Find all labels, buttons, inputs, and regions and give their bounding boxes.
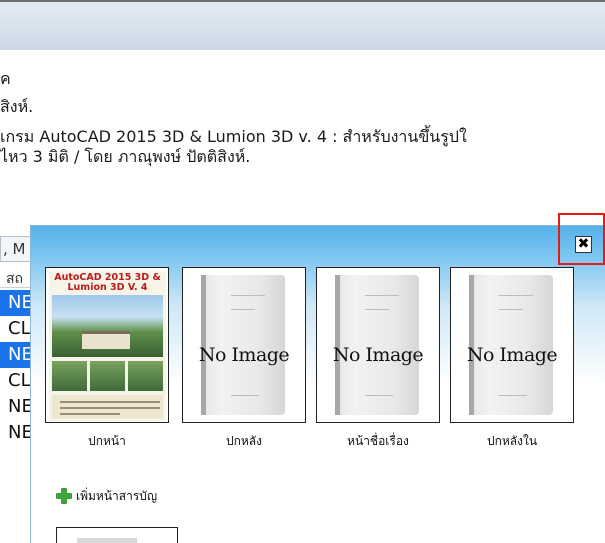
book-line xyxy=(231,309,255,310)
no-image-text: No Image xyxy=(198,344,290,366)
back-cover-thumbnail[interactable]: No Image xyxy=(182,267,306,423)
record-text-line-1: ค xyxy=(0,69,11,88)
book-line xyxy=(231,295,265,296)
record-text-line-2: สิงห์. xyxy=(0,97,34,116)
inside-back-cover-thumbnail[interactable]: No Image xyxy=(450,267,574,423)
cover-photo-small xyxy=(52,361,87,391)
toc-placeholder xyxy=(77,538,137,543)
cover-footer-line xyxy=(60,401,160,403)
close-button[interactable]: ✖ xyxy=(575,236,592,253)
cover-photo-small xyxy=(128,361,163,391)
cover-footer-line xyxy=(60,407,160,409)
cover-photo-small xyxy=(90,361,125,391)
cover-photo xyxy=(52,295,163,357)
thumbnail-label: หน้าชื่อเรื่อง xyxy=(347,434,409,448)
screen: ค สิงห์. เกรม AutoCAD 2015 3D & Lumion 3… xyxy=(0,0,605,543)
thumbnail-label: ปกหลัง xyxy=(225,434,262,448)
front-cover-thumbnail[interactable]: AutoCAD 2015 3D & Lumion 3D V. 4 xyxy=(45,267,169,423)
book-line xyxy=(231,395,259,396)
thumbnail-label: ปกหน้า xyxy=(88,434,126,448)
book-line xyxy=(499,295,533,296)
record-text-line-4: ไหว 3 มิติ / โดย ภาณุพงษ์ ปัตติสิงห์. xyxy=(0,147,251,166)
plus-icon xyxy=(55,487,73,505)
top-bar xyxy=(0,0,605,50)
book-cover-image: AutoCAD 2015 3D & Lumion 3D V. 4 xyxy=(49,271,166,421)
cover-footer-line xyxy=(60,413,120,415)
toc-thumbnail[interactable] xyxy=(56,527,178,543)
no-image-text: No Image xyxy=(466,344,558,366)
book-line xyxy=(365,295,399,296)
cover-footer xyxy=(52,395,163,419)
add-toc-link[interactable]: เพิ่มหน้าสารบัญ xyxy=(55,485,157,507)
book-line xyxy=(365,395,393,396)
book-line xyxy=(365,309,389,310)
book-line xyxy=(499,395,527,396)
cover-house xyxy=(82,331,130,349)
title-page-thumbnail[interactable]: No Image xyxy=(316,267,440,423)
no-image-text: No Image xyxy=(332,344,424,366)
cover-title: AutoCAD 2015 3D & Lumion 3D V. 4 xyxy=(54,272,161,293)
book-line xyxy=(499,309,523,310)
thumbnail-label: ปกหลังใน xyxy=(486,434,538,448)
add-toc-label: เพิ่มหน้าสารบัญ xyxy=(76,488,158,503)
